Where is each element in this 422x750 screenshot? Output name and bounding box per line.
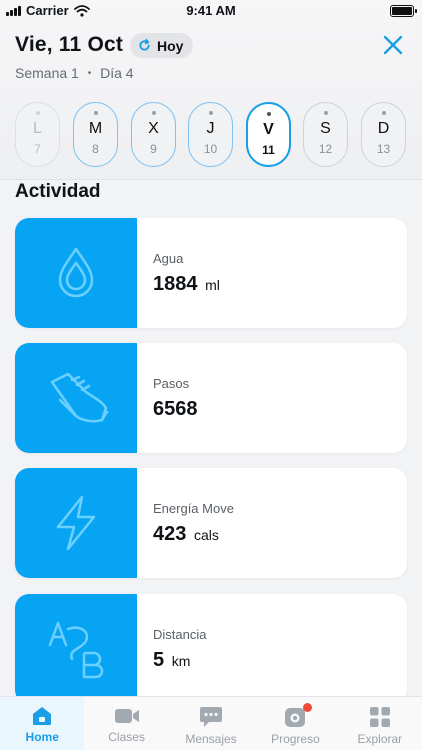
activity-value: 6568 (153, 398, 200, 421)
activity-amount: 5 (153, 649, 165, 671)
day-pill-thursday[interactable]: J 10 (188, 102, 233, 167)
activity-value: 1884 ml (153, 273, 220, 296)
a-to-b-icon (48, 621, 104, 679)
header: Carrier 9:41 AM Vie, 11 Oct Hoy Semana 1… (0, 0, 422, 180)
tab-bar: Home Clases Mensajes Progreso Explorar (0, 696, 422, 750)
activity-label: Pasos (153, 376, 190, 391)
lightning-icon (56, 495, 96, 551)
activity-card-distance[interactable]: Distancia 5 km (15, 594, 407, 704)
activity-tile (15, 343, 137, 453)
day-letter: X (148, 120, 159, 137)
day-number: 9 (150, 142, 157, 156)
activity-card-steps[interactable]: Pasos 6568 (15, 343, 407, 453)
activity-card-water[interactable]: Agua 1884 ml (15, 218, 407, 328)
day-label: Día 4 (100, 65, 134, 81)
day-number: 13 (376, 142, 391, 156)
activity-tile (15, 218, 137, 328)
tab-messages[interactable]: Mensajes (169, 697, 253, 750)
day-dot (266, 112, 271, 116)
day-dot (93, 111, 98, 115)
day-dot (151, 111, 156, 115)
day-letter: M (88, 120, 103, 137)
activity-tile (15, 468, 137, 578)
day-dot (323, 111, 328, 115)
status-bar: Carrier 9:41 AM (0, 0, 422, 22)
status-time: 9:41 AM (186, 3, 236, 18)
battery-icon (390, 5, 417, 17)
week-info: Semana 1 • Día 4 (15, 65, 134, 81)
activity-label: Agua (153, 251, 184, 266)
section-title: Actividad (15, 181, 101, 202)
day-pill-wednesday[interactable]: X 9 (131, 102, 176, 167)
today-button[interactable]: Hoy (130, 33, 194, 58)
day-letter: L (33, 120, 42, 137)
today-label: Hoy (157, 37, 184, 54)
activity-value: 5 km (153, 649, 190, 672)
notification-badge (303, 703, 313, 712)
activity-unit: km (171, 653, 191, 669)
activity-card-energy[interactable]: Energía Move 423 cals (15, 468, 407, 578)
home-icon (33, 707, 52, 725)
day-pill-monday[interactable]: L 7 (15, 102, 60, 167)
video-camera-icon (114, 709, 139, 723)
activity-unit: cals (193, 527, 219, 543)
day-letter: V (263, 121, 274, 138)
day-letter: D (377, 120, 390, 137)
close-icon[interactable] (382, 34, 404, 56)
date-title: Vie, 11 Oct (15, 33, 124, 56)
day-number: 7 (34, 142, 41, 156)
day-number: 12 (318, 142, 333, 156)
day-pill-saturday[interactable]: S 12 (303, 102, 348, 167)
tab-label: Progreso (271, 732, 320, 746)
tab-label: Home (25, 730, 59, 744)
day-number: 11 (262, 143, 275, 157)
tab-label: Clases (108, 730, 145, 744)
day-number: 8 (92, 142, 99, 156)
activity-label: Energía Move (153, 501, 234, 516)
day-letter: S (320, 120, 331, 137)
day-dot (381, 111, 386, 115)
tab-progress[interactable]: Progreso (253, 697, 337, 750)
grid-icon (369, 707, 390, 727)
activity-label: Distancia (153, 627, 207, 642)
day-dot (208, 111, 213, 115)
activity-unit: ml (205, 277, 220, 293)
day-number: 10 (203, 142, 218, 156)
water-drop-icon (58, 247, 94, 298)
activity-amount: 1884 (153, 273, 198, 295)
activity-amount: 6568 (153, 398, 198, 420)
day-letter: J (206, 120, 215, 137)
tab-home[interactable]: Home (0, 697, 85, 750)
tab-label: Mensajes (185, 732, 237, 746)
separator: • (87, 68, 92, 79)
day-pill-sunday[interactable]: D 13 (361, 102, 406, 167)
day-dot (35, 111, 40, 115)
chat-bubble-icon (200, 707, 223, 727)
day-pill-tuesday[interactable]: M 8 (73, 102, 118, 167)
day-pill-friday[interactable]: V 11 (246, 102, 291, 167)
tab-explore[interactable]: Explorar (338, 697, 422, 750)
activity-value: 423 cals (153, 523, 219, 546)
refresh-icon (139, 39, 150, 51)
activity-tile (15, 594, 137, 704)
week-label: Semana 1 (15, 65, 79, 81)
tab-label: Explorar (357, 732, 403, 746)
sneaker-icon (50, 372, 109, 423)
activity-amount: 423 (153, 523, 187, 545)
tab-classes[interactable]: Clases (84, 697, 168, 750)
